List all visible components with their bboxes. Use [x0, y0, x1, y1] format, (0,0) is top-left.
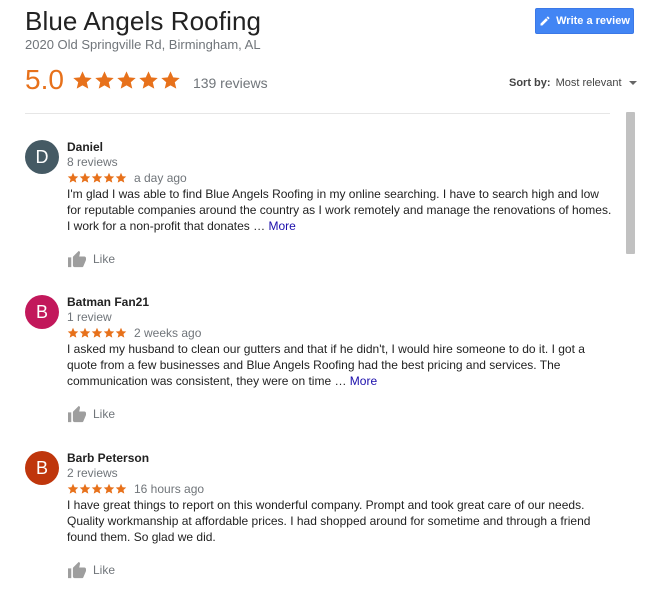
rating-stars: [72, 70, 181, 91]
review-time: 16 hours ago: [134, 482, 205, 496]
like-button[interactable]: Like: [67, 561, 115, 579]
star-icon: [115, 483, 127, 494]
reviewer-name[interactable]: Batman Fan21: [67, 295, 149, 309]
review-time: 2 weeks ago: [134, 326, 202, 340]
like-label: Like: [93, 252, 116, 266]
sort-label: Sort by:: [509, 77, 551, 89]
star-icon: [103, 172, 115, 183]
more-link[interactable]: More: [268, 219, 295, 233]
chevron-down-icon: [628, 81, 637, 85]
like-label: Like: [93, 563, 116, 577]
star-icon: [117, 70, 136, 89]
star-icon: [161, 70, 180, 89]
review-text: I have great things to report on this wo…: [67, 497, 615, 545]
review-stars: [67, 172, 127, 184]
thumbs-up-icon: [68, 561, 86, 579]
like-button[interactable]: Like: [67, 250, 115, 268]
avatar[interactable]: B: [25, 295, 59, 329]
scrollbar[interactable]: [626, 112, 635, 254]
reviewer-review-count: 8 reviews: [67, 155, 118, 169]
star-icon: [115, 172, 127, 183]
business-address: 2020 Old Springville Rd, Birmingham, AL: [25, 37, 261, 52]
reviewer-review-count: 2 reviews: [67, 466, 118, 480]
star-icon: [67, 483, 79, 494]
star-icon: [79, 327, 91, 338]
star-icon: [67, 327, 79, 338]
avatar[interactable]: D: [25, 140, 59, 174]
more-link[interactable]: More: [350, 374, 377, 388]
review-text: I asked my husband to clean our gutters …: [67, 341, 615, 389]
star-icon: [91, 483, 103, 494]
thumbs-up-icon: [68, 405, 86, 423]
write-review-button[interactable]: Write a review: [535, 8, 634, 34]
review-body: I'm glad I was able to find Blue Angels …: [67, 187, 612, 233]
rating-value: 5.0: [25, 64, 64, 95]
like-button[interactable]: Like: [67, 405, 115, 423]
review-time: a day ago: [134, 171, 187, 185]
star-icon: [139, 70, 158, 89]
rating-summary: 5.0 139 reviews: [25, 64, 268, 96]
star-icon: [67, 172, 79, 183]
business-name: Blue Angels Roofing: [25, 6, 262, 36]
reviewer-name[interactable]: Barb Peterson: [67, 451, 149, 465]
star-icon: [115, 327, 127, 338]
sort-dropdown[interactable]: Sort by: Most relevant: [509, 77, 637, 89]
star-icon: [95, 70, 114, 89]
review-count: 139 reviews: [192, 75, 268, 91]
star-icon: [79, 483, 91, 494]
star-icon: [91, 327, 103, 338]
review-body: I asked my husband to clean our gutters …: [67, 342, 585, 388]
like-label: Like: [93, 407, 116, 421]
reviewer-name[interactable]: Daniel: [67, 140, 103, 154]
star-icon: [103, 327, 115, 338]
sort-value: Most relevant: [555, 77, 622, 89]
star-icon: [73, 70, 92, 89]
review-stars: [67, 327, 127, 339]
write-review-label: Write a review: [556, 15, 630, 27]
star-icon: [79, 172, 91, 183]
star-icon: [91, 172, 103, 183]
thumbs-up-icon: [68, 250, 86, 268]
star-icon: [103, 483, 115, 494]
review-text: I'm glad I was able to find Blue Angels …: [67, 186, 615, 234]
reviewer-review-count: 1 review: [67, 310, 112, 324]
divider: [25, 113, 610, 114]
avatar[interactable]: B: [25, 451, 59, 485]
review-stars: [67, 483, 127, 495]
pencil-icon: [540, 16, 550, 26]
review-body: I have great things to report on this wo…: [67, 498, 591, 544]
